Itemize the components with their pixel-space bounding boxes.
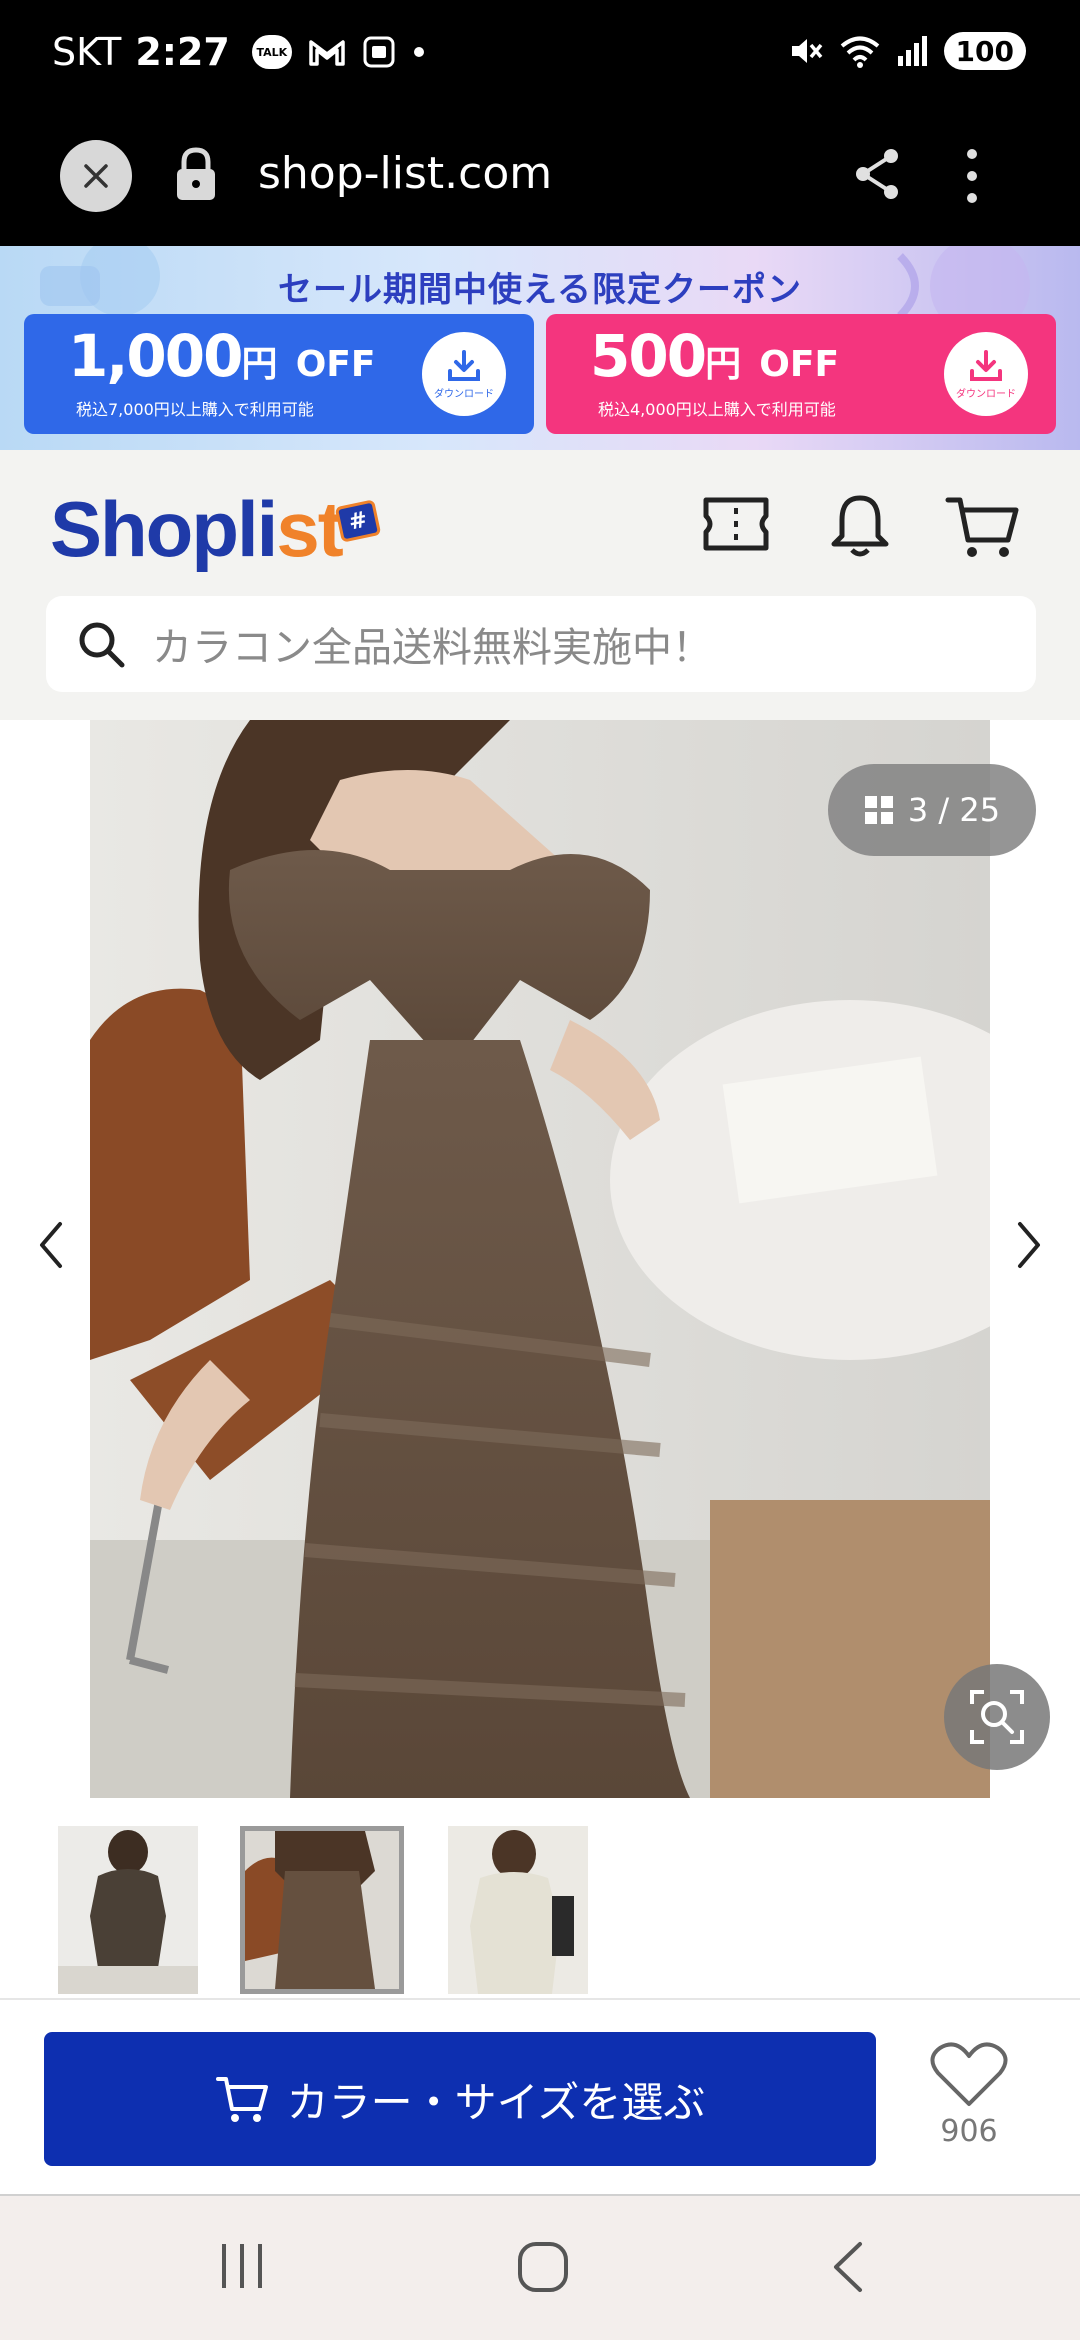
coupon-amount: 1,000円 OFF bbox=[68, 322, 375, 390]
logo-tag: # bbox=[334, 499, 381, 543]
mute-icon bbox=[791, 39, 822, 63]
battery-indicator: 100 bbox=[943, 32, 1026, 70]
coupon-off: OFF bbox=[759, 344, 840, 385]
product-image-gallery[interactable]: 3 / 25 bbox=[0, 720, 1080, 1800]
logo-text: Shoplist bbox=[50, 484, 344, 575]
status-left: SKT 2:27 TALK bbox=[52, 30, 426, 74]
coupon-download-button[interactable]: ダウンロード bbox=[422, 332, 506, 416]
image-counter[interactable]: 3 / 25 bbox=[828, 764, 1036, 856]
image-counter-label: 3 / 25 bbox=[907, 791, 1001, 829]
download-icon bbox=[448, 349, 480, 381]
coupon-amount-value: 500 bbox=[590, 322, 707, 390]
select-color-size-button[interactable]: カラー・サイズを選ぶ bbox=[44, 2032, 876, 2166]
wifi-icon bbox=[840, 36, 879, 68]
coupon-ticket-icon[interactable] bbox=[700, 492, 772, 556]
select-button-label: カラー・サイズを選ぶ bbox=[286, 2077, 706, 2127]
thumbnail-image bbox=[448, 1826, 588, 1994]
previous-image-arrow[interactable] bbox=[34, 1220, 68, 1270]
coupon-amount-value: 1,000 bbox=[68, 322, 243, 390]
talk-icon-label: TALK bbox=[256, 45, 288, 59]
favorite-button[interactable]: 906 bbox=[924, 2040, 1014, 2149]
next-image-arrow[interactable] bbox=[1012, 1220, 1046, 1270]
share-icon[interactable] bbox=[852, 146, 902, 202]
heart-icon bbox=[930, 2042, 1008, 2106]
cart-icon bbox=[215, 2077, 268, 2122]
coupon-unit: 円 bbox=[705, 344, 742, 385]
coupon-download-button[interactable]: ダウンロード bbox=[944, 332, 1028, 416]
thumbnail-image bbox=[245, 1831, 399, 1989]
talk-icon: TALK bbox=[251, 35, 292, 69]
thumbnail-image bbox=[58, 1826, 198, 1994]
gmail-icon bbox=[309, 40, 345, 66]
lens-search-icon bbox=[970, 1690, 1024, 1744]
product-main-image[interactable] bbox=[90, 720, 990, 1798]
screenshot-icon bbox=[363, 36, 395, 68]
dot-icon bbox=[413, 47, 424, 57]
coupon-condition: 税込4,000円以上購入で利用可能 bbox=[598, 400, 836, 419]
grid-icon bbox=[864, 796, 893, 824]
coupon-amount: 500円 OFF bbox=[590, 322, 839, 390]
status-right: 100 bbox=[788, 32, 1026, 70]
thumbnail-3[interactable] bbox=[448, 1826, 588, 1994]
carrier-label: SKT bbox=[52, 30, 122, 74]
logo-main: Shopli bbox=[50, 485, 278, 573]
thumbnail-strip bbox=[0, 1826, 1080, 1996]
promo-title: セール期間中使える限定クーポン bbox=[278, 270, 802, 310]
browser-url-bar: shop-list.com bbox=[0, 112, 1080, 246]
shoplist-logo[interactable]: Shoplist # bbox=[50, 484, 381, 575]
favorite-count: 906 bbox=[940, 2114, 998, 2149]
coupon-off: OFF bbox=[295, 344, 376, 385]
logo-accent: st bbox=[276, 485, 343, 573]
notification-icons: TALK bbox=[251, 35, 426, 69]
signal-icon bbox=[897, 36, 927, 66]
thumbnail-1[interactable] bbox=[58, 1826, 198, 1994]
clock: 2:27 bbox=[135, 30, 230, 74]
coupon-1000-off[interactable]: 1,000円 OFF 税込7,000円以上購入で利用可能 ダウンロード bbox=[24, 314, 534, 434]
system-navigation-bar bbox=[0, 2194, 1080, 2340]
recent-apps-icon[interactable] bbox=[218, 2240, 266, 2292]
coupon-unit: 円 bbox=[241, 344, 278, 385]
close-tab-button[interactable] bbox=[60, 140, 132, 212]
coupon-500-off[interactable]: 500円 OFF 税込4,000円以上購入で利用可能 ダウンロード bbox=[546, 314, 1056, 434]
url-text[interactable]: shop-list.com bbox=[258, 148, 552, 199]
close-icon bbox=[84, 164, 108, 188]
more-options-icon[interactable] bbox=[964, 146, 980, 206]
search-placeholder: カラコン全品送料無料実施中！ bbox=[152, 625, 712, 671]
download-label: ダウンロード bbox=[956, 388, 1016, 400]
visual-search-button[interactable] bbox=[944, 1664, 1050, 1770]
cart-icon[interactable] bbox=[944, 492, 1020, 562]
thumbnail-2[interactable] bbox=[240, 1826, 404, 1994]
site-header: Shoplist # カラコン全品送料無料実施中！ bbox=[0, 450, 1080, 720]
bell-icon[interactable] bbox=[828, 492, 892, 558]
status-bar: SKT 2:27 TALK 100 bbox=[0, 0, 1080, 112]
back-icon[interactable] bbox=[830, 2240, 866, 2294]
search-input[interactable]: カラコン全品送料無料実施中！ bbox=[46, 596, 1036, 692]
coupon-condition: 税込7,000円以上購入で利用可能 bbox=[76, 400, 314, 419]
home-icon[interactable] bbox=[516, 2240, 570, 2294]
download-label: ダウンロード bbox=[434, 388, 494, 400]
download-icon bbox=[970, 349, 1002, 381]
coupon-promo-banner[interactable]: セール期間中使える限定クーポン 1,000円 OFF 税込7,000円以上購入で… bbox=[0, 246, 1080, 450]
search-icon bbox=[79, 622, 125, 668]
product-photo-illustration bbox=[90, 720, 990, 1798]
bottom-action-bar: カラー・サイズを選ぶ 906 bbox=[0, 1998, 1080, 2194]
lock-icon[interactable] bbox=[174, 146, 218, 202]
